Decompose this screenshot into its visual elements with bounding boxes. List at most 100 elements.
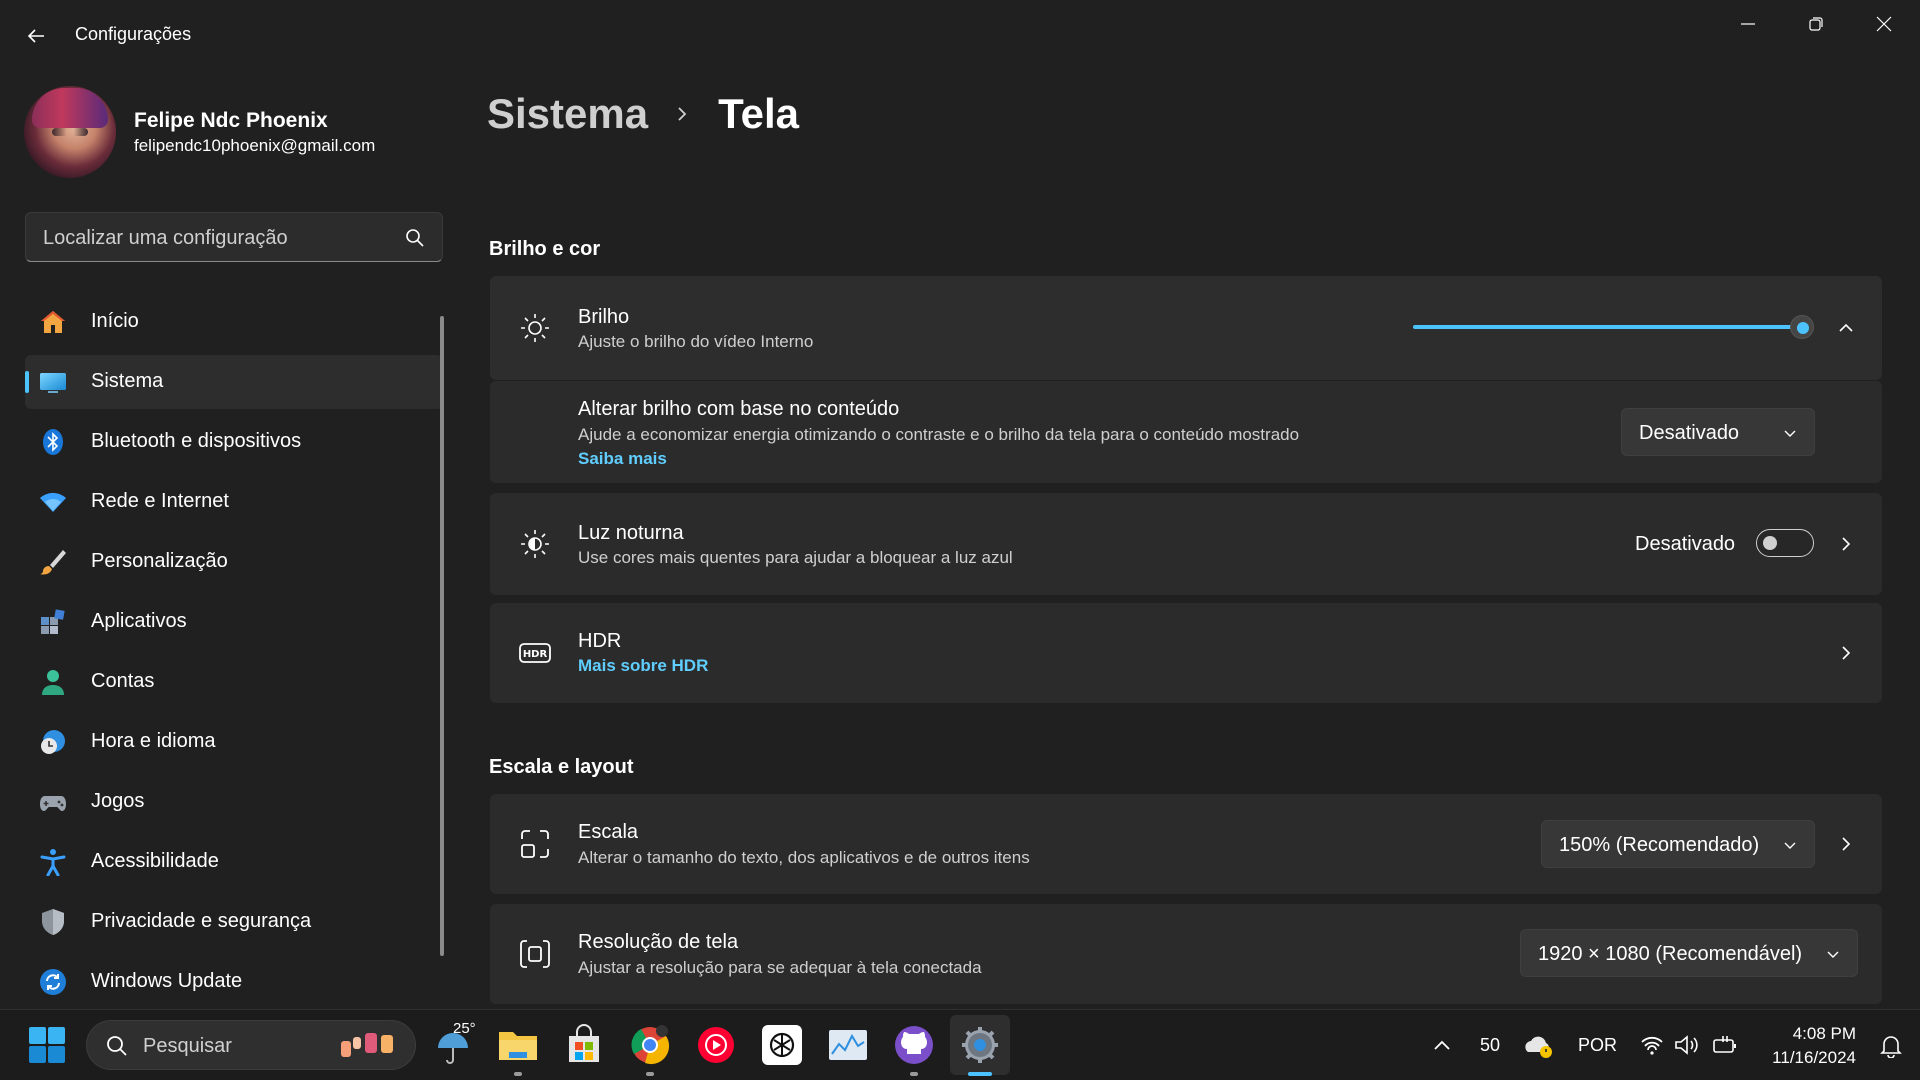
youtube-music-icon[interactable] [695,1024,737,1066]
sidebar-item-hora-idioma[interactable]: Hora e idioma [25,715,443,769]
night-light-title: Luz noturna [578,522,684,544]
chatgpt-icon[interactable] [761,1024,803,1066]
chevron-right-icon [678,107,687,121]
hdr-icon: HDR [519,643,551,663]
resolution-icon [520,940,550,968]
close-button[interactable] [1850,0,1918,48]
running-indicator [514,1072,522,1076]
night-light-icon [521,530,549,558]
running-indicator [646,1072,654,1076]
notification-bell-icon[interactable] [1880,1034,1902,1058]
volume-icon[interactable] [1674,1034,1700,1056]
battery-charging-icon[interactable] [1712,1034,1738,1056]
hdr-card[interactable]: HDR HDR Mais sobre HDR [490,603,1882,703]
sidebar-item-label: Aplicativos [91,610,187,632]
sidebar-item-windows-update[interactable]: Windows Update [25,955,443,1009]
file-explorer-icon[interactable] [497,1024,539,1066]
scale-dropdown[interactable]: 150% (Recomendado) [1541,820,1815,868]
breadcrumb: Sistema Tela [487,86,799,142]
sun-icon [521,314,549,342]
brightness-title: Brilho [578,306,630,328]
sidebar-item-label: Bluetooth e dispositivos [91,430,302,452]
sidebar-item-personalizacao[interactable]: Personalização [25,535,443,589]
back-button[interactable] [18,18,54,54]
avatar [24,86,116,178]
content-brightness-dropdown[interactable]: Desativado [1621,408,1815,456]
chevron-down-icon [1784,430,1796,437]
home-icon [41,311,65,333]
apps-icon [41,609,65,634]
search-icon [406,229,424,247]
sidebar-scrollbar[interactable] [440,316,444,956]
minimize-button[interactable] [1714,0,1782,48]
sidebar-nav: Início Sistema Bluetooth e dispositivos … [25,295,443,1015]
sidebar-item-label: Privacidade e segurança [91,910,312,932]
settings-gear-icon[interactable] [959,1024,1001,1066]
clock[interactable]: 4:08 PM 11/16/2024 [1772,1022,1856,1070]
night-light-desc: Use cores mais quentes para ajudar a blo… [578,548,1013,567]
accessibility-icon [40,849,66,876]
battery-percent[interactable]: 50 [1480,1035,1500,1056]
chevron-down-icon [1827,951,1839,958]
sidebar-item-bluetooth[interactable]: Bluetooth e dispositivos [25,415,443,469]
resolution-dropdown[interactable]: 1920 × 1080 (Recomendável) [1520,929,1858,977]
sidebar-item-label: Início [91,310,139,332]
hdr-more-link[interactable]: Mais sobre HDR [578,656,708,676]
sidebar-item-contas[interactable]: Contas [25,655,443,709]
chevron-right-icon [1842,646,1851,660]
language-indicator[interactable]: POR [1578,1035,1617,1056]
content-brightness-title: Alterar brilho com base no conteúdo [578,398,900,420]
clock-globe-icon [41,730,65,754]
sidebar-item-aplicativos[interactable]: Aplicativos [25,595,443,649]
sidebar-item-rede[interactable]: Rede e Internet [25,475,443,529]
brightness-slider-thumb[interactable] [1790,315,1814,339]
chrome-icon[interactable] [629,1024,671,1066]
sidebar-item-jogos[interactable]: Jogos [25,775,443,829]
brightness-desc: Ajuste o brilho do vídeo Interno [578,332,814,351]
breadcrumb-parent[interactable]: Sistema [487,90,648,138]
hdr-title: HDR [578,630,622,652]
chevron-down-icon [1784,842,1796,849]
settings-search-input[interactable]: Localizar uma configuração [25,212,443,262]
microsoft-store-icon[interactable] [563,1024,605,1066]
resolution-desc: Ajustar a resolução para se adequar à te… [578,958,982,977]
brightness-slider-track[interactable] [1413,325,1803,329]
chevron-right-icon [1842,837,1851,851]
section-title-scale-layout: Escala e layout [489,756,634,778]
learn-more-link[interactable]: Saiba mais [578,449,667,469]
sidebar-item-acessibilidade[interactable]: Acessibilidade [25,835,443,889]
onedrive-warning-icon[interactable] [1524,1032,1554,1060]
profile-email: felipendc10phoenix@gmail.com [134,136,376,155]
sidebar-item-sistema[interactable]: Sistema [25,355,443,409]
github-desktop-icon[interactable] [893,1024,935,1066]
taskbar-search-input[interactable]: Pesquisar [86,1020,416,1070]
close-icon [1876,16,1892,32]
scale-title: Escala [578,821,639,843]
sidebar-item-label: Personalização [91,550,228,572]
scale-desc: Alterar o tamanho do texto, dos aplicati… [578,848,1030,867]
resource-monitor-icon[interactable] [827,1024,869,1066]
arrow-left-icon [27,29,44,43]
chevron-up-icon[interactable] [1432,1037,1452,1053]
sidebar-item-privacidade[interactable]: Privacidade e segurança [25,895,443,949]
night-light-toggle[interactable] [1756,529,1814,557]
sidebar-item-label: Acessibilidade [91,850,219,872]
sidebar-item-label: Windows Update [91,970,243,992]
shield-icon [42,909,64,935]
active-indicator [968,1072,992,1076]
restore-button[interactable] [1782,0,1850,48]
page-title: Tela [718,90,800,137]
wifi-icon[interactable] [1640,1034,1664,1056]
dropdown-value: Desativado [1639,422,1740,444]
content-brightness-desc: Ajude a economizar energia otimizando o … [578,425,1300,444]
chevron-up-icon[interactable] [1838,320,1854,336]
section-title-brightness: Brilho e cor [489,238,601,260]
sidebar-item-inicio[interactable]: Início [25,295,443,349]
dropdown-value: 150% (Recomendado) [1559,834,1760,856]
dropdown-value: 1920 × 1080 (Recomendável) [1538,943,1803,965]
windows-start-icon[interactable] [28,1026,66,1064]
gamepad-icon [40,796,66,811]
scale-icon [521,830,549,858]
user-profile[interactable]: Felipe Ndc Phoenix felipendc10phoenix@gm… [24,86,444,180]
system-icon [40,373,66,393]
